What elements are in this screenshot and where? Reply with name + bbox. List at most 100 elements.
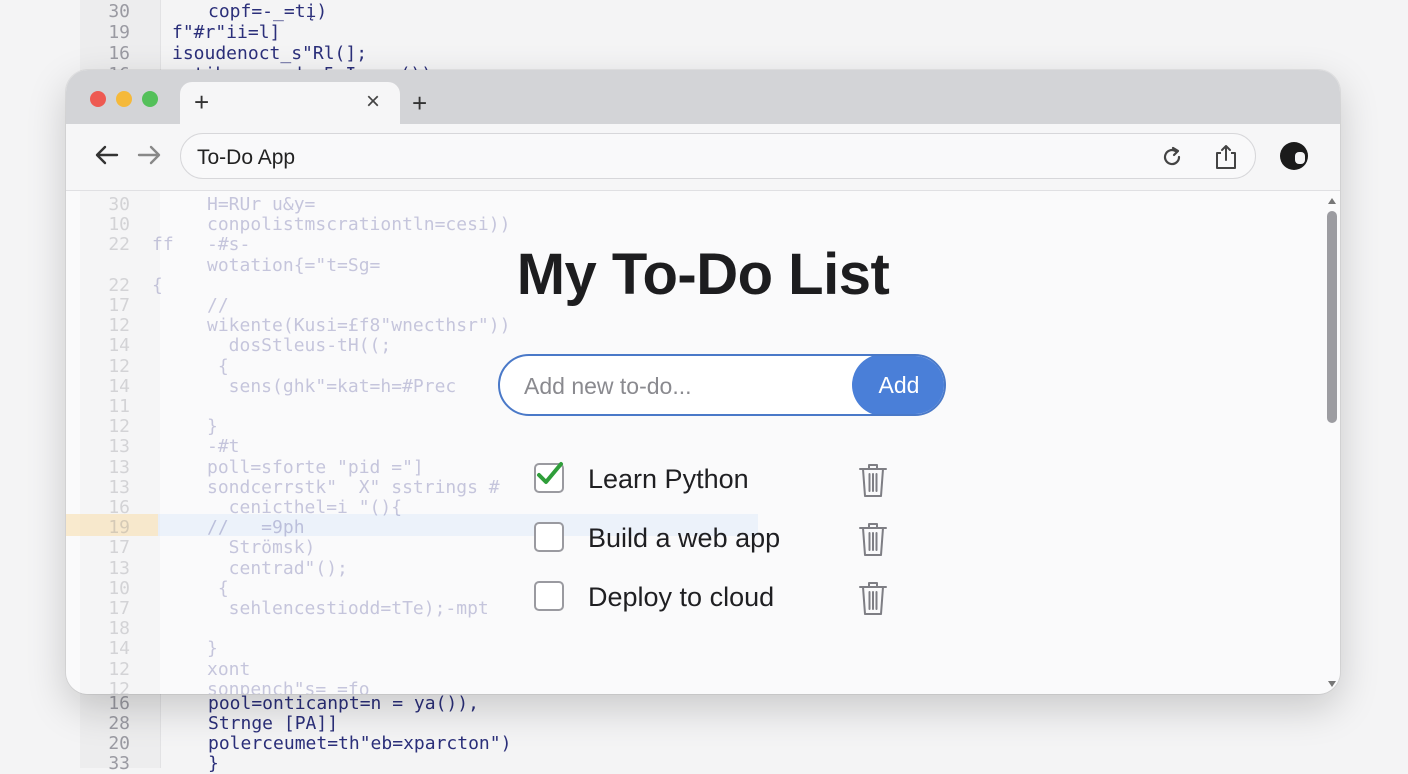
line-number: 10 — [108, 577, 130, 599]
line-number: 14 — [108, 335, 130, 357]
code-line: 16 cenicthel=i "(){ — [66, 498, 1340, 518]
tab-bar: + × + — [66, 70, 1340, 124]
todo-checkbox[interactable] — [534, 522, 564, 552]
line-number: 14 — [108, 638, 130, 660]
scroll-up-arrow-icon[interactable] — [1328, 198, 1336, 204]
forward-arrow-icon[interactable] — [134, 140, 164, 170]
code-text: cenicthel=i "(){ — [207, 497, 403, 518]
page-title: My To-Do List — [516, 242, 890, 307]
todo-checkbox-checked[interactable] — [534, 462, 564, 493]
line-number: 19 — [108, 517, 130, 539]
code-line: 14} — [66, 639, 1340, 659]
code-text: sonpench"s= =fo — [207, 678, 370, 694]
address-bar[interactable]: To-Do App — [180, 133, 1256, 179]
window-minimize-button[interactable] — [116, 91, 132, 107]
code-line: 19 f"#r"ii=l] — [0, 23, 1408, 43]
code-line: 33} — [0, 754, 1408, 774]
line-number: 13 — [108, 436, 130, 458]
code-text: { — [207, 355, 229, 377]
address-text[interactable]: To-Do App — [197, 146, 295, 170]
line-number: 19 — [108, 22, 130, 43]
line-number: 30 — [108, 194, 130, 215]
code-text: conpolistmscrationtln=cesi)) — [207, 214, 511, 236]
todo-item: Deploy to cloud — [534, 575, 894, 619]
line-number: 16 — [108, 43, 130, 64]
code-line: 12 xont — [66, 658, 1340, 680]
line-number: 28 — [108, 713, 130, 734]
code-text: Strömsk) — [207, 537, 316, 559]
todo-label: Build a web app — [588, 523, 781, 553]
code-line: 12} — [66, 417, 1340, 437]
scroll-thumb[interactable] — [1327, 211, 1337, 423]
tab-plus-icon: + — [194, 87, 210, 117]
code-text: f"#r"ii=l] — [172, 22, 281, 43]
back-arrow-icon[interactable] — [92, 140, 122, 170]
code-text: poll=sforte "pid ="] — [207, 456, 424, 478]
checkmark-icon — [537, 462, 563, 484]
code-line: 16 isoudenoct_s"Rl(]; — [0, 44, 1408, 64]
code-text: sondcerrstk" X" sstrings # — [207, 476, 500, 498]
todo-item: Build a web app — [534, 516, 894, 560]
add-button[interactable]: Add — [852, 356, 944, 414]
code-line: 18 — [66, 619, 1340, 639]
code-text: isoudenoct_s"Rl(]; — [172, 43, 368, 64]
code-line: 10 conpolistmscrationtln=cesi)) — [66, 215, 1340, 235]
window-maximize-button[interactable] — [142, 91, 158, 107]
new-todo-input[interactable] — [522, 370, 826, 402]
code-line: 30 copf=-_=tį) — [0, 2, 1408, 22]
line-number: 12 — [108, 315, 130, 337]
code-text: xont — [207, 658, 251, 680]
code-text: polerceumet=th"eb=xparcton") — [208, 733, 512, 754]
code-line: 16 pool=onticanpt=n = ya()), — [0, 694, 1408, 714]
line-number: 17 — [108, 537, 130, 559]
profile-avatar[interactable] — [1280, 142, 1308, 170]
code-text: centrad"(); — [207, 557, 348, 579]
reload-icon[interactable] — [1159, 144, 1185, 170]
tab-close-icon[interactable]: × — [366, 90, 380, 114]
browser-tab[interactable]: + × — [180, 82, 400, 124]
todo-checkbox[interactable] — [534, 581, 564, 611]
trash-icon[interactable] — [857, 461, 889, 499]
line-number: 14 — [108, 375, 130, 397]
line-number: 12 — [108, 678, 130, 694]
code-line: 20 polerceumet=th"eb=xparcton") — [0, 734, 1408, 754]
line-number: 13 — [108, 557, 130, 579]
code-text: { — [207, 577, 229, 599]
line-number: 13 — [108, 456, 130, 478]
code-text: // =9ph — [207, 517, 305, 539]
scrollbar[interactable] — [1324, 191, 1340, 694]
line-number: 33 — [108, 753, 130, 774]
code-text: dosStleus-tH((; — [207, 335, 392, 357]
line-number: 17 — [108, 598, 130, 619]
share-icon[interactable] — [1213, 144, 1239, 170]
code-line: 28 Strnge [PA]] — [0, 714, 1408, 734]
line-number: 30 — [108, 1, 130, 22]
code-text: sens(ghk"=kat=h=#Prec — [207, 375, 457, 397]
code-line: 12 sonpench"s= =fo — [66, 678, 1340, 694]
code-text: wikente(Kusi=£f8"wnecthsr")) — [207, 315, 511, 337]
line-number: 16 — [108, 693, 130, 714]
page-content: 30 H=RUr u&y= 10 conpolistmscrationtln=cesi… — [66, 191, 1340, 694]
line-number: 11 — [108, 396, 130, 417]
browser-window: + × + To-Do App 30 H=RUr u&y= 10 conpoli… — [66, 70, 1340, 694]
code-line: 12 wikente(Kusi=£f8"wnecthsr")) — [66, 316, 1340, 336]
window-close-button[interactable] — [90, 91, 106, 107]
new-todo-form: Add — [498, 354, 946, 416]
code-text: } — [207, 416, 218, 438]
scroll-down-arrow-icon[interactable] — [1328, 681, 1336, 687]
code-text: } — [208, 753, 219, 774]
line-number: 12 — [108, 658, 130, 680]
line-number: 12 — [108, 416, 130, 438]
trash-icon[interactable] — [857, 520, 889, 558]
code-line: 30 H=RUr u&y= — [66, 195, 1340, 215]
trash-icon[interactable] — [857, 579, 889, 617]
code-text: sehlencestiodd=tTe);-mpt — [207, 598, 489, 619]
line-number: 18 — [108, 618, 130, 640]
new-tab-button[interactable]: + — [412, 90, 427, 116]
code-text: pool=onticanpt=n = ya()), — [208, 693, 479, 714]
todo-label: Deploy to cloud — [588, 582, 775, 612]
code-text: Strnge [PA]] — [208, 713, 339, 734]
line-number: 13 — [108, 476, 130, 498]
todo-item: Learn Python — [534, 457, 894, 501]
browser-toolbar: To-Do App — [66, 124, 1340, 191]
